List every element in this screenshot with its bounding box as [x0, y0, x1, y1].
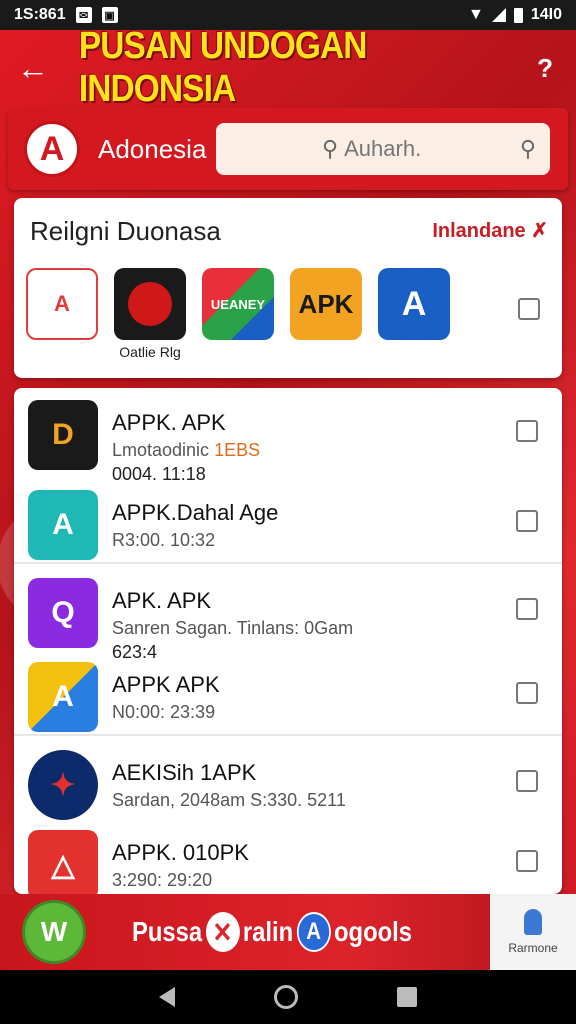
app-meta: N0:00: 23:39 [112, 702, 216, 722]
a-badge-icon: A [296, 912, 331, 952]
list-item[interactable]: A APPK APK N0:00: 23:39 [14, 650, 562, 734]
row-checkbox[interactable] [516, 420, 538, 442]
help-button[interactable]: ? [530, 50, 560, 86]
compass-icon: ✦ [28, 750, 98, 820]
a-yellow-icon: A [28, 662, 98, 732]
list-item[interactable]: △ APPK. 010PK 3:290: 29:20 [14, 818, 562, 902]
magnify-purple-icon: Q [28, 578, 98, 648]
triangle-red-icon: △ [28, 830, 98, 900]
app-meta: Lmotaodinic 1EBS [112, 440, 261, 460]
status-time: 1S:861 [14, 6, 66, 23]
pin-icon: ✗ [531, 220, 548, 242]
flag-a-icon: A [26, 268, 98, 340]
logo: A [24, 121, 80, 177]
photo-notification-icon: ▣ [101, 7, 118, 23]
featured-checkbox[interactable] [518, 298, 540, 320]
dl-icon: D [28, 400, 98, 470]
search-icon: ⚲ [322, 136, 339, 161]
close-badge-icon: ✕ [205, 912, 240, 952]
red-bird-icon [114, 268, 186, 340]
arrow-left-icon: ← [16, 49, 49, 86]
featured-app-caption: Oatlie Rlg [119, 344, 181, 360]
row-checkbox[interactable] [516, 682, 538, 704]
featured-title: Reilgni Duonasa [30, 216, 221, 246]
app-meta: 3:290: 29:20 [112, 870, 213, 890]
search-input[interactable] [344, 136, 465, 162]
app-name: APPK.Dahal Age [112, 500, 279, 525]
featured-app[interactable]: Oatlie Rlg [114, 268, 186, 360]
search-submit-icon[interactable]: ⚲ [520, 136, 536, 162]
promo-text: Pussa ✕ ralin A ogools [132, 912, 412, 952]
row-checkbox[interactable] [516, 510, 538, 532]
search-box[interactable]: ⚲ ⚲ [216, 123, 550, 175]
back-button[interactable]: ← [16, 50, 50, 86]
featured-app[interactable]: APK [290, 268, 362, 344]
list-item[interactable]: D APPK. APK Lmotaodinic 1EBS 0004. 11:18 [14, 388, 562, 484]
list-item[interactable]: Q APK. APK Sanren Sagan. Tinlans: 0Gam 6… [14, 566, 562, 662]
search-card: A Adonesia ⚲ ⚲ [8, 108, 568, 190]
logo-a-icon: A [39, 129, 65, 168]
apk-icon: APK [290, 268, 362, 340]
a-teal-icon: A [28, 490, 98, 560]
row-checkbox[interactable] [516, 598, 538, 620]
featured-apps: A Oatlie Rlg UEANEY APK A [26, 268, 450, 360]
nav-home-icon[interactable] [273, 985, 298, 1009]
remove-label: Rarmone [508, 941, 558, 955]
page-title: PUSAN UNDOGAN INDONSIA [78, 25, 367, 110]
app-name: APPK. APK [112, 410, 226, 435]
wifi-icon: ▼ [468, 6, 484, 23]
row-checkbox[interactable] [516, 770, 538, 792]
status-clock: 14I0 [530, 6, 562, 23]
list-item[interactable]: ✦ AEKISih 1APK Sardan, 2048am S:330. 521… [14, 738, 562, 822]
nav-back-icon[interactable] [159, 987, 176, 1007]
android-icon: W [22, 900, 86, 964]
system-nav-bar [0, 970, 576, 1024]
a-blue-icon: A [378, 268, 450, 340]
row-checkbox[interactable] [516, 850, 538, 872]
app-name: APPK APK [112, 672, 220, 697]
featured-app[interactable]: UEANEY [202, 268, 274, 344]
map-app-icon: UEANEY [202, 268, 274, 340]
remove-button[interactable]: Rarmone [490, 894, 576, 970]
app-meta: R3:00. 10:32 [112, 530, 216, 550]
notification-icon: ✉ [75, 7, 92, 23]
signal-icon [491, 8, 506, 22]
divider [14, 562, 562, 564]
help-icon: ? [537, 52, 553, 83]
region-label: Adonesia [98, 133, 207, 164]
app-name: APK. APK [112, 588, 212, 613]
featured-card: Reilgni Duonasa Inlandane ✗ A Oatlie Rlg… [14, 198, 562, 378]
promo-bar[interactable]: W Pussa ✕ ralin A ogools Rarmone [0, 894, 576, 970]
app-name: APPK. 010PK [112, 840, 249, 865]
app-bar: ← PUSAN UNDOGAN INDONSIA ? [0, 25, 576, 110]
featured-link[interactable]: Inlandane ✗ [432, 218, 548, 243]
user-remove-icon [524, 909, 542, 935]
battery-icon [513, 7, 523, 23]
featured-app[interactable]: A [26, 268, 98, 344]
app-meta: Sardan, 2048am S:330. 5211 [112, 790, 346, 810]
app-meta: Sanren Sagan. Tinlans: 0Gam [112, 618, 354, 638]
app-list: D APPK. APK Lmotaodinic 1EBS 0004. 11:18… [14, 388, 562, 900]
divider [14, 734, 562, 736]
featured-app[interactable]: A [378, 268, 450, 344]
list-item[interactable]: A APPK.Dahal Age R3:00. 10:32 [14, 478, 562, 562]
app-name: AEKISih 1APK [112, 760, 257, 785]
nav-recents-icon[interactable] [396, 987, 417, 1007]
